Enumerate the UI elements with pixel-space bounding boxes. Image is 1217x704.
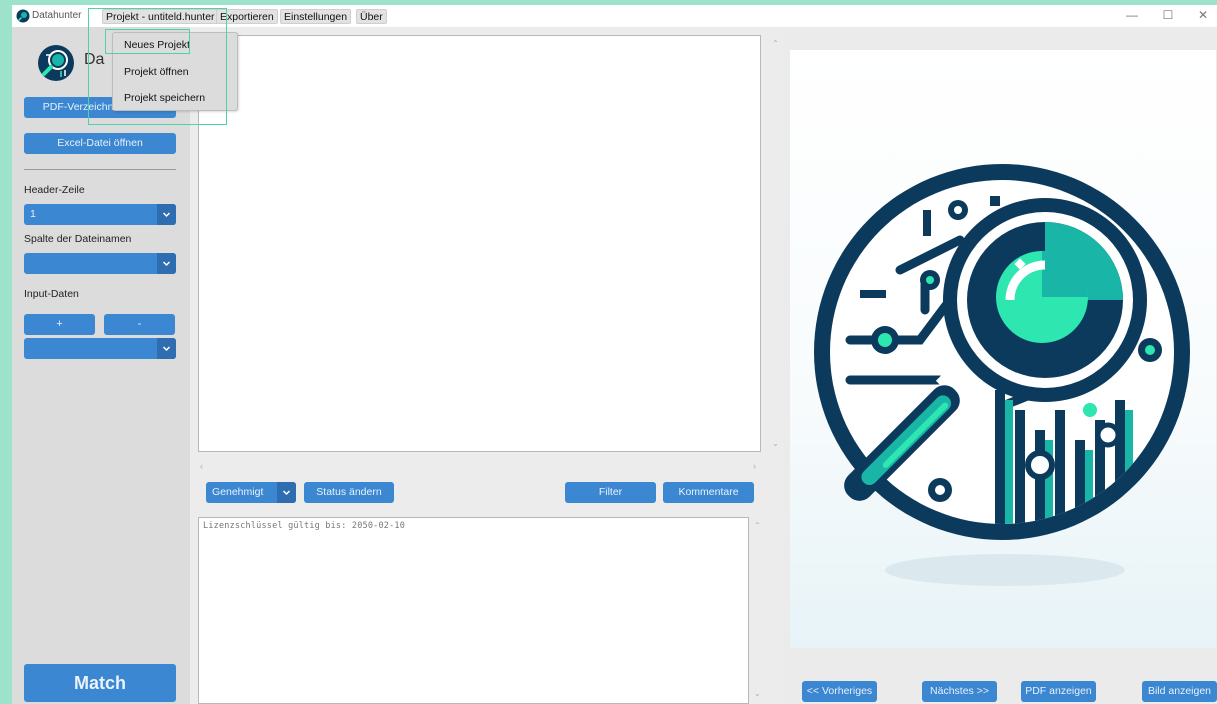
filename-column-label: Spalte der Dateinamen xyxy=(24,233,132,245)
status-value: Genehmigt xyxy=(212,486,264,498)
add-input-button[interactable]: + xyxy=(24,314,95,335)
menu-item-new-project[interactable]: Neues Projekt xyxy=(124,39,190,51)
log-scroll-up-icon[interactable]: ⌃ xyxy=(754,521,761,530)
minimize-button[interactable]: — xyxy=(1122,8,1142,22)
filename-column-select[interactable] xyxy=(24,253,176,274)
project-dropdown-menu: Neues Projekt Projekt öffnen Projekt spe… xyxy=(112,32,238,111)
datahunter-logo-icon xyxy=(16,9,30,23)
sidebar: Da PDF-Verzeichnis wählen Excel-Datei öf… xyxy=(12,27,190,704)
scroll-left-icon[interactable]: ‹ xyxy=(200,461,203,471)
chevron-down-icon[interactable] xyxy=(157,253,176,274)
datahunter-logo-icon xyxy=(814,164,1190,586)
chevron-down-icon[interactable] xyxy=(157,204,176,225)
scroll-down-icon[interactable]: ⌄ xyxy=(772,439,779,448)
maximize-button[interactable]: ☐ xyxy=(1158,8,1178,22)
header-row-value: 1 xyxy=(30,208,36,220)
next-button[interactable]: Nächstes >> xyxy=(922,681,997,702)
comments-button[interactable]: Kommentare xyxy=(663,482,754,503)
app-title: Datahunter xyxy=(32,10,82,21)
match-button[interactable]: Match xyxy=(24,664,176,702)
show-pdf-button[interactable]: PDF anzeigen xyxy=(1021,681,1096,702)
sidebar-divider xyxy=(24,169,176,170)
status-change-button[interactable]: Status ändern xyxy=(304,482,394,503)
menu-einstellungen[interactable]: Einstellungen xyxy=(280,9,352,24)
logo-text: Da xyxy=(84,51,105,68)
previous-button[interactable]: << Vorheriges xyxy=(802,681,877,702)
excel-open-button[interactable]: Excel-Datei öffnen xyxy=(24,133,176,154)
license-info-text: Lizenzschlüssel gültig bis: 2050-02-10 xyxy=(203,521,406,531)
title-bar: Datahunter Projekt - untiteld.hunter Exp… xyxy=(12,5,1217,27)
filter-button[interactable]: Filter xyxy=(565,482,656,503)
scroll-right-icon[interactable]: › xyxy=(753,461,756,471)
menu-item-open-project[interactable]: Projekt öffnen xyxy=(124,66,189,78)
image-viewer xyxy=(790,50,1216,648)
menu-ueber[interactable]: Über xyxy=(356,9,387,24)
image-panel: << Vorheriges Nächstes >> PDF anzeigen B… xyxy=(783,27,1217,704)
menu-item-save-project[interactable]: Projekt speichern xyxy=(124,92,205,104)
log-scroll-down-icon[interactable]: ⌄ xyxy=(754,689,761,698)
menu-projekt[interactable]: Projekt - untiteld.hunter xyxy=(102,9,219,24)
chevron-down-icon[interactable] xyxy=(157,338,176,359)
log-output[interactable]: Lizenzschlüssel gültig bis: 2050-02-10 xyxy=(198,517,749,704)
input-data-select[interactable] xyxy=(24,338,176,359)
app-window: Datahunter Projekt - untiteld.hunter Exp… xyxy=(12,5,1217,704)
scroll-up-icon[interactable]: ⌃ xyxy=(772,39,779,48)
header-row-label: Header-Zeile xyxy=(24,184,85,196)
header-row-select[interactable]: 1 xyxy=(24,204,176,225)
status-select[interactable]: Genehmigt xyxy=(206,482,296,503)
chevron-down-icon[interactable] xyxy=(277,482,296,503)
datahunter-logo-icon xyxy=(38,45,74,81)
menu-exportieren[interactable]: Exportieren xyxy=(216,9,278,24)
remove-input-button[interactable]: - xyxy=(104,314,175,335)
data-preview-area[interactable] xyxy=(198,35,761,452)
input-data-label: Input-Daten xyxy=(24,288,79,300)
center-panel: ⌃ ⌄ ‹ › Genehmigt Status ändern Filter K… xyxy=(190,27,783,704)
show-image-button[interactable]: Bild anzeigen xyxy=(1142,681,1217,702)
close-button[interactable]: ✕ xyxy=(1193,8,1213,22)
